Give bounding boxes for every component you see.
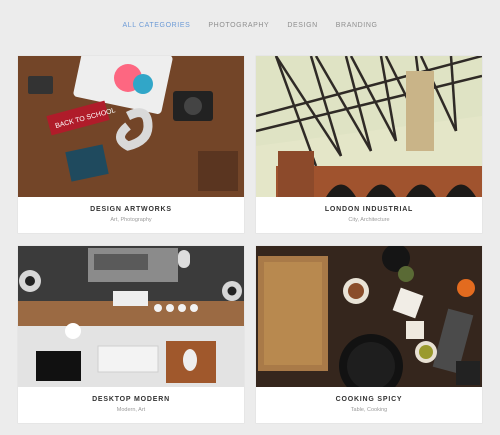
portfolio-title[interactable]: DESKTOP MODERN [18, 387, 244, 403]
london-industrial-image [256, 56, 482, 197]
portfolio-title[interactable]: DESIGN ARTWORKS [18, 197, 244, 213]
portfolio-item-london-industrial[interactable]: LONDON INDUSTRIAL City, Architecture [256, 56, 482, 233]
filter-all-categories[interactable]: ALL CATEGORIES [122, 22, 190, 29]
portfolio-categories: Art, Photography [110, 217, 152, 223]
portfolio-title[interactable]: LONDON INDUSTRIAL [256, 197, 482, 213]
portfolio-caption: LONDON INDUSTRIAL City, Architecture [256, 197, 482, 233]
cooking-spicy-image [256, 246, 482, 387]
portfolio-caption: DESKTOP MODERN Modern, Art [18, 387, 244, 423]
desktop-modern-image [18, 246, 244, 387]
portfolio-thumbnail[interactable] [256, 56, 482, 197]
portfolio-thumbnail[interactable] [256, 246, 482, 387]
portfolio-item-desktop-modern[interactable]: DESKTOP MODERN Modern, Art [18, 246, 244, 423]
portfolio-item-cooking-spicy[interactable]: COOKING SPICY Table, Cooking [256, 246, 482, 423]
portfolio-thumbnail[interactable]: BACK TO SCHOOL [18, 56, 244, 197]
portfolio-categories: Modern, Art [116, 407, 146, 413]
category-filter-bar: ALL CATEGORIES PHOTOGRAPHY DESIGN BRANDI… [0, 22, 500, 29]
portfolio-caption: COOKING SPICY Table, Cooking [256, 387, 482, 423]
filter-photography[interactable]: PHOTOGRAPHY [208, 22, 269, 29]
filter-branding[interactable]: BRANDING [336, 22, 378, 29]
portfolio-categories: Table, Cooking [350, 407, 388, 413]
portfolio-title[interactable]: COOKING SPICY [256, 387, 482, 403]
portfolio-thumbnail[interactable] [18, 246, 244, 387]
portfolio-item-design-artworks[interactable]: BACK TO SCHOOL DESIGN ARTWORKS Art, Phot… [18, 56, 244, 233]
portfolio-categories: City, Architecture [348, 217, 390, 223]
design-artworks-image: BACK TO SCHOOL [18, 56, 244, 197]
portfolio-caption: DESIGN ARTWORKS Art, Photography [18, 197, 244, 233]
filter-design[interactable]: DESIGN [287, 22, 317, 29]
